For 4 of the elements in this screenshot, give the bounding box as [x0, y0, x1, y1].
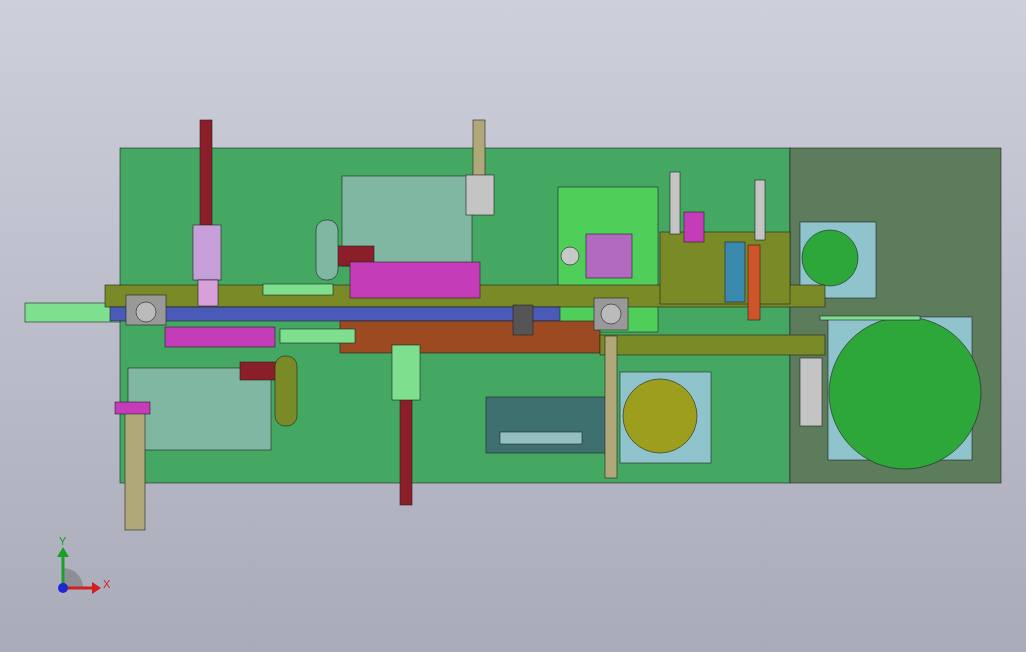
plane-indicator-icon	[63, 568, 83, 588]
axis-label: X	[103, 578, 111, 590]
axis-label: Y	[59, 535, 67, 547]
origin-dot-icon	[58, 583, 68, 593]
